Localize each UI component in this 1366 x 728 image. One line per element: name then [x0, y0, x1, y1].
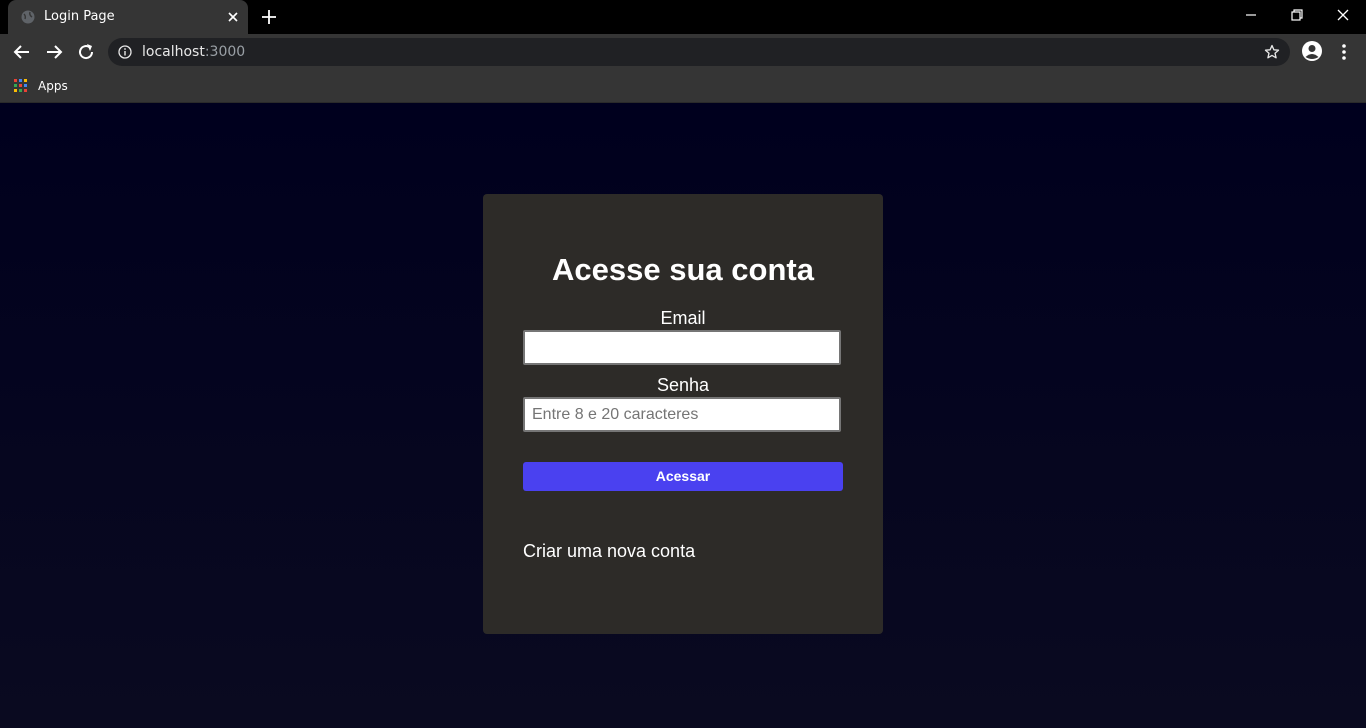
- browser-tabstrip: Login Page: [0, 0, 1366, 34]
- restore-window-icon[interactable]: [1274, 0, 1320, 30]
- more-menu-icon[interactable]: [1336, 42, 1352, 62]
- login-submit-button[interactable]: Acessar: [523, 462, 843, 491]
- site-info-icon[interactable]: [118, 45, 132, 59]
- create-account-link[interactable]: Criar uma nova conta: [523, 541, 695, 561]
- apps-grid-icon: [14, 79, 28, 93]
- email-label: Email: [660, 308, 706, 328]
- bookmark-star-icon[interactable]: [1264, 44, 1280, 60]
- password-field[interactable]: [523, 397, 841, 432]
- close-tab-icon[interactable]: [225, 9, 241, 25]
- browser-toolbar: localhost:3000: [0, 34, 1366, 70]
- bookmark-apps[interactable]: Apps: [14, 77, 68, 95]
- bookmarks-bar: Apps: [0, 70, 1366, 103]
- address-bar[interactable]: localhost:3000: [108, 38, 1290, 66]
- url-text: localhost:3000: [142, 44, 245, 60]
- url-host: localhost: [142, 44, 205, 60]
- reload-icon[interactable]: [74, 40, 98, 64]
- minimize-window-icon[interactable]: [1228, 0, 1274, 30]
- url-port: :3000: [204, 44, 246, 60]
- forward-arrow-icon[interactable]: [42, 40, 66, 64]
- bookmark-apps-label: Apps: [38, 79, 68, 93]
- page-title: Acesse sua conta: [552, 252, 814, 287]
- login-card: Acesse sua conta Email Senha Acessar Cri…: [483, 194, 883, 634]
- password-label: Senha: [656, 375, 710, 395]
- back-arrow-icon[interactable]: [10, 40, 34, 64]
- page-viewport: Acesse sua conta Email Senha Acessar Cri…: [0, 103, 1366, 728]
- browser-tab-login-page[interactable]: Login Page: [8, 0, 248, 34]
- new-tab-icon[interactable]: [260, 8, 278, 26]
- tab-title: Login Page: [44, 9, 115, 24]
- globe-icon: [21, 10, 35, 24]
- email-field[interactable]: [523, 330, 841, 365]
- profile-avatar-icon[interactable]: [1301, 40, 1323, 62]
- close-window-icon[interactable]: [1320, 0, 1366, 30]
